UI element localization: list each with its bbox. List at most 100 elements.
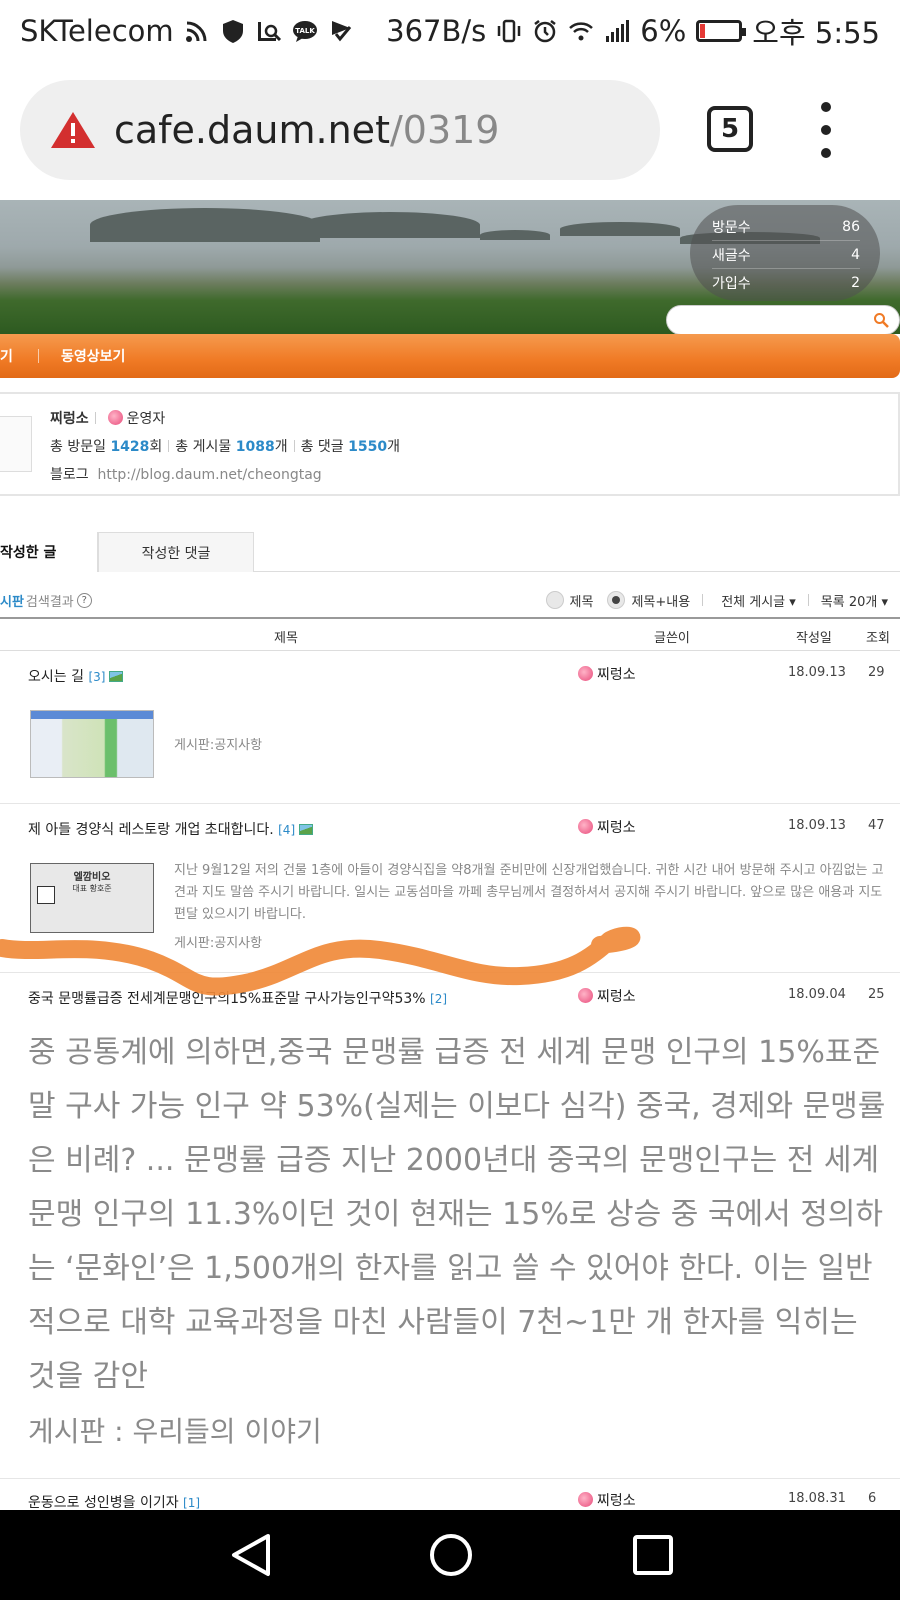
post-thumbnail-card[interactable]: 엘깜비오 대표 황호준 (30, 863, 154, 933)
thumb-card-name: 엘깜비오 (73, 872, 111, 883)
post-author[interactable]: 찌렁소 (578, 817, 636, 837)
author-name[interactable]: 찌렁소 (597, 667, 636, 683)
author-badge-icon (578, 1492, 593, 1507)
author-badge-icon (578, 666, 593, 681)
post-title-text[interactable]: 제 아들 경양식 레스토랑 개업 초대합니다. (28, 822, 274, 838)
all-posts-dropdown[interactable]: 전체 게시글 ▾ (721, 591, 796, 610)
comment-count[interactable]: [1] (183, 1496, 200, 1510)
battery-percent: 6% (640, 14, 687, 48)
warning-icon[interactable] (50, 110, 96, 150)
post-thumbnail-map[interactable] (30, 710, 154, 778)
alarm-icon (534, 20, 557, 43)
author-name[interactable]: 찌렁소 (597, 1493, 636, 1509)
banner-island (300, 212, 480, 238)
cafe-search-input[interactable] (666, 305, 900, 335)
tab-written-posts[interactable]: 작성한 글 (0, 532, 98, 572)
wifi-icon (569, 22, 594, 41)
radio-title[interactable] (545, 591, 564, 609)
cafe-stats-panel: 방문수 86 새글수 4 가입수 2 (690, 205, 880, 301)
post-author[interactable]: 찌렁소 (578, 1490, 636, 1510)
post-author[interactable]: 찌렁소 (578, 664, 636, 684)
url-path: /0319 (389, 108, 500, 152)
post-board: 게시판 : 우리들의 이야기 (28, 1415, 322, 1448)
more-menu-icon[interactable] (818, 102, 834, 158)
home-icon[interactable] (428, 1532, 474, 1578)
visitors-label: 방문수 (712, 219, 751, 236)
activity-tabs: 작성한 글 작성한 댓글 (0, 532, 900, 572)
back-icon[interactable] (228, 1532, 274, 1578)
help-icon[interactable]: ? (76, 592, 92, 608)
posts-label: 총 게시물 (175, 439, 232, 455)
post-views: 25 (868, 987, 885, 1002)
visits-label: 총 방문일 (50, 439, 106, 455)
post-title-text[interactable]: 중국 문맹률급증 전세계문맹인구의15%표준말 구사가능인구약53% (28, 991, 426, 1007)
col-title: 제목 (274, 631, 298, 646)
author-name[interactable]: 찌렁소 (597, 989, 636, 1005)
status-bar: SKTelecom TALK 367B/s 6% 오후 5:55 (0, 0, 900, 62)
talk-icon: TALK (292, 21, 317, 42)
vibrate-icon (498, 19, 521, 43)
post-views: 6 (868, 1491, 877, 1506)
avatar[interactable] (0, 416, 32, 472)
post-board: 게시판:공지사항 (174, 738, 263, 753)
joins-value: 2 (851, 275, 860, 291)
net-speed: 367B/s (386, 14, 487, 48)
post-date: 18.08.31 (788, 1491, 846, 1506)
visits-unit: 회 (149, 439, 163, 455)
tab-written-comments[interactable]: 작성한 댓글 (98, 532, 254, 572)
results-label: 검색결과 (25, 594, 74, 610)
profile-stats-line: 총 방문일 1428회 총 게시물 1088개 총 댓글 1550개 (50, 436, 400, 456)
list-count-dropdown[interactable]: 목록 20개 ▾ (821, 591, 888, 610)
nav-item-partial[interactable]: 기 (0, 346, 28, 366)
banner-island (560, 222, 680, 236)
comment-count[interactable]: [4] (278, 823, 295, 837)
post-title-text[interactable]: 운동으로 성인병을 이기자 (28, 1495, 179, 1511)
nav-divider (38, 349, 39, 363)
role-badge-icon (107, 410, 123, 425)
post-views: 29 (868, 665, 885, 680)
comments-unit: 개 (387, 439, 400, 455)
row-divider (0, 1478, 900, 1479)
visits-count: 1428 (110, 439, 150, 455)
col-date: 작성일 (796, 631, 832, 646)
post-title-link[interactable]: 오시는 길 [3] (28, 666, 124, 686)
post-title-link[interactable]: 중국 문맹률급증 전세계문맹인구의15%표준말 구사가능인구약53% [2] (28, 988, 447, 1008)
radio-title-content[interactable] (607, 591, 626, 609)
post-title-text[interactable]: 오시는 길 (28, 669, 84, 685)
col-author: 글쓴이 (654, 631, 690, 646)
banner-island (480, 230, 550, 240)
post-excerpt[interactable]: 중 공통계에 의하면,중국 문맹률 급증 전 세계 문맹 인구의 15%표준말 … (28, 1026, 888, 1404)
chart-search-icon (257, 22, 281, 42)
profile-role: 운영자 (126, 411, 166, 427)
col-views: 조회 (866, 631, 890, 646)
nav-item-video[interactable]: 동영상보기 (61, 346, 125, 366)
board-label[interactable]: 시판 (0, 591, 24, 610)
comment-count[interactable]: [2] (430, 992, 447, 1006)
system-navigation-bar (0, 1510, 900, 1600)
blog-link[interactable]: http://blog.daum.net/cheongtag (98, 467, 322, 483)
comment-count[interactable]: [3] (88, 670, 105, 684)
cafe-menu-bar: 기 동영상보기 (0, 334, 900, 378)
clock: 오후 5:55 (752, 16, 880, 50)
url-host: cafe.daum.net (114, 108, 390, 152)
author-name[interactable]: 찌렁소 (597, 820, 636, 836)
post-date: 18.09.04 (788, 987, 846, 1002)
browser-toolbar: cafe.daum.net/0319 5 (0, 62, 900, 200)
url-field[interactable]: cafe.daum.net/0319 (20, 80, 660, 180)
search-icon[interactable] (873, 312, 889, 328)
post-title-link[interactable]: 운동으로 성인병을 이기자 [1] (28, 1492, 200, 1512)
author-badge-icon (578, 988, 593, 1003)
comments-count: 1550 (348, 439, 388, 455)
profile-name[interactable]: 찌렁소 (50, 411, 89, 427)
battery-fill (700, 24, 706, 38)
tab-switcher-button[interactable]: 5 (707, 106, 753, 152)
image-attachment-icon (299, 824, 314, 835)
post-author[interactable]: 찌렁소 (578, 986, 636, 1006)
post-views: 47 (868, 818, 885, 833)
radio-title-label: 제목 (569, 594, 594, 610)
recents-icon[interactable] (630, 1532, 676, 1578)
post-title-link[interactable]: 제 아들 경양식 레스토랑 개업 초대합니다. [4] (28, 819, 314, 839)
comments-label: 총 댓글 (300, 439, 344, 455)
post-excerpt[interactable]: 지난 9월12일 저의 건물 1층에 아들이 경양식집을 약8개월 준비만에 신… (174, 860, 890, 926)
posts-count: 1088 (235, 439, 275, 455)
